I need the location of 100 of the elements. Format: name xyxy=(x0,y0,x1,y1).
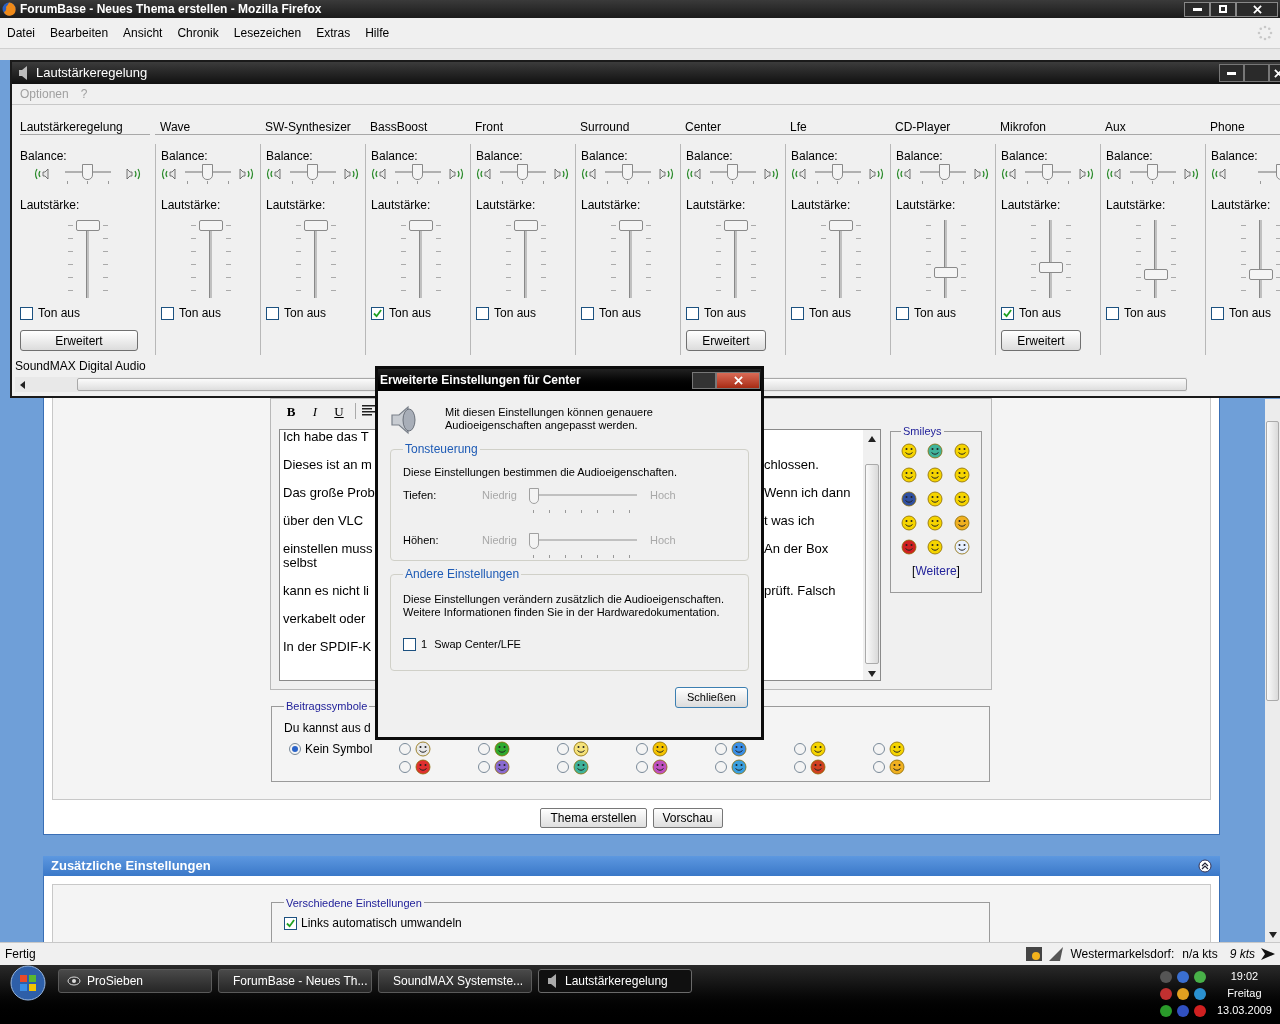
menu-item[interactable]: Bearbeiten xyxy=(50,24,109,42)
balance-label: Balance: xyxy=(1106,149,1154,163)
group-title: Tonsteuerung xyxy=(404,442,479,456)
text-line: verkabelt oder xyxy=(283,612,367,626)
mute-label: Ton aus xyxy=(1124,307,1167,320)
speed-text: 9 kts xyxy=(1229,946,1255,963)
menu-item[interactable]: Chronik xyxy=(177,24,219,42)
channel-name: Phone xyxy=(1210,120,1245,134)
volume-label: Lautstärke: xyxy=(791,198,852,212)
volume-label: Lautstärke: xyxy=(686,198,747,212)
channel-name: Surround xyxy=(580,120,630,134)
text-line: Das große Prob xyxy=(283,486,376,500)
location-text: Westermarkelsdorf: xyxy=(1070,946,1175,963)
volume-label: Lautstärke: xyxy=(1211,198,1272,212)
wind-text: n/a kts xyxy=(1182,946,1218,963)
high-label: Hoch xyxy=(650,533,676,547)
balance-label: Balance: xyxy=(581,149,629,163)
window-title: ForumBase - Neues Thema erstellen - Mozilla Firefox xyxy=(20,1,322,18)
volume-label: Lautstärke: xyxy=(1106,198,1167,212)
text-line: Ich habe das T xyxy=(283,430,370,444)
balance-label: Balance: xyxy=(791,149,839,163)
volume-label: Lautstärke: xyxy=(266,198,327,212)
clock-day: Freitag xyxy=(1227,985,1262,1002)
text-line: t was ich xyxy=(764,514,816,528)
menu-item[interactable]: Datei xyxy=(7,24,35,42)
mute-label: Ton aus xyxy=(1019,307,1062,320)
advanced-button[interactable]: Erweitert xyxy=(20,330,138,351)
text-line: chlossen. xyxy=(764,458,820,472)
high-label: Hoch xyxy=(650,488,676,502)
slider-label: Tiefen: xyxy=(403,488,438,502)
hint-text: Du kannst aus d xyxy=(284,720,372,735)
balance-label: Balance: xyxy=(896,149,944,163)
channel-name: Center xyxy=(685,120,722,134)
mute-label: Ton aus xyxy=(809,307,852,320)
channel-name: Front xyxy=(475,120,503,134)
text-line: selbst xyxy=(283,556,318,570)
format-button[interactable]: U xyxy=(329,402,349,420)
channel-name: Lautstärkeregelung xyxy=(20,120,123,134)
channel-name: Wave xyxy=(160,120,191,134)
balance-label: Balance: xyxy=(20,149,68,163)
text-line: einstellen muss xyxy=(283,542,374,556)
taskbar-button[interactable]: Lautstärkeregelung xyxy=(538,969,692,993)
balance-label: Balance: xyxy=(686,149,734,163)
description-text: Diese Einstellungen bestimmen die Audioeigenschaften. xyxy=(403,466,678,479)
description-text: Weitere Informationen finden Sie in der Hardwaredokumentation. xyxy=(403,606,721,619)
option-label: Links automatisch umwandeln xyxy=(301,915,462,932)
text-line: Dieses ist an m xyxy=(283,458,373,472)
device-name: SoundMAX Digital Audio xyxy=(15,359,147,373)
balance-label: Balance: xyxy=(371,149,419,163)
menu-item[interactable]: Extras xyxy=(316,24,351,42)
text-line: Wenn ich dann xyxy=(764,486,852,500)
channel-name: Lfe xyxy=(790,120,807,134)
taskbar-button[interactable]: SoundMAX Systemste... xyxy=(378,969,532,993)
intro-text: Mit diesen Einstellungen können genauere Audioeigenschaften angepasst werden. xyxy=(445,406,654,432)
menu-item[interactable]: Ansicht xyxy=(123,24,163,42)
section-title: Zusätzliche Einstellungen xyxy=(51,857,211,875)
section-header[interactable]: Zusätzliche Einstellungen xyxy=(43,856,1220,876)
slider-label: Höhen: xyxy=(403,533,440,547)
more-link[interactable]: Weitere xyxy=(915,561,957,580)
volume-label: Lautstärke: xyxy=(161,198,222,212)
text-line: An der Box xyxy=(764,542,830,556)
volume-label: Lautstärke: xyxy=(20,198,81,212)
mute-label: Ton aus xyxy=(179,307,222,320)
option-number: 1 xyxy=(421,637,428,652)
group-title: Andere Einstellungen xyxy=(404,567,521,581)
clock-date: 13.03.2009 xyxy=(1216,1003,1272,1018)
description-text: Diese Einstellungen verändern zusätzlich die Audioeigenschaften. xyxy=(403,593,726,606)
clock-time: 19:02 xyxy=(1230,969,1259,984)
balance-label: Balance: xyxy=(1211,149,1259,163)
taskbar-button[interactable]: ForumBase - Neues Th... xyxy=(218,969,372,993)
channel-name: Aux xyxy=(1105,120,1126,134)
format-button[interactable]: I xyxy=(305,402,325,420)
form-button[interactable]: Vorschau xyxy=(652,808,723,828)
taskbar-button[interactable]: ProSieben xyxy=(58,969,212,993)
volume-label: Lautstärke: xyxy=(371,198,432,212)
form-button[interactable]: Thema erstellen xyxy=(540,808,647,828)
channel-name: Mikrofon xyxy=(1000,120,1046,134)
mute-label: Ton aus xyxy=(494,307,537,320)
bracket: [ xyxy=(912,562,916,580)
group-title: Verschiedene Einstellungen xyxy=(285,895,423,911)
volume-label: Lautstärke: xyxy=(896,198,957,212)
menu-item[interactable]: Hilfe xyxy=(365,24,390,42)
mute-label: Ton aus xyxy=(704,307,747,320)
mute-label: Ton aus xyxy=(1229,307,1272,320)
window-title: Lautstärkeregelung xyxy=(36,64,148,83)
bracket: ] xyxy=(956,562,960,580)
advanced-button[interactable]: Erweitert xyxy=(686,330,766,351)
close-dialog-button[interactable]: Schließen xyxy=(675,687,748,708)
mute-label: Ton aus xyxy=(914,307,957,320)
text-line: In der SPDIF-K xyxy=(283,640,373,654)
menu-item[interactable]: Lesezeichen xyxy=(233,24,302,42)
dialog-title: Erweiterte Einstellungen für Center xyxy=(380,372,581,389)
format-button[interactable]: B xyxy=(281,402,301,420)
mute-label: Ton aus xyxy=(284,307,327,320)
advanced-button[interactable]: Erweitert xyxy=(1001,330,1081,351)
balance-label: Balance: xyxy=(161,149,209,163)
channel-name: BassBoost xyxy=(370,120,428,134)
group-title: Smileys xyxy=(902,424,943,439)
option-label: Swap Center/LFE xyxy=(434,637,521,652)
low-label: Niedrig xyxy=(482,488,518,502)
